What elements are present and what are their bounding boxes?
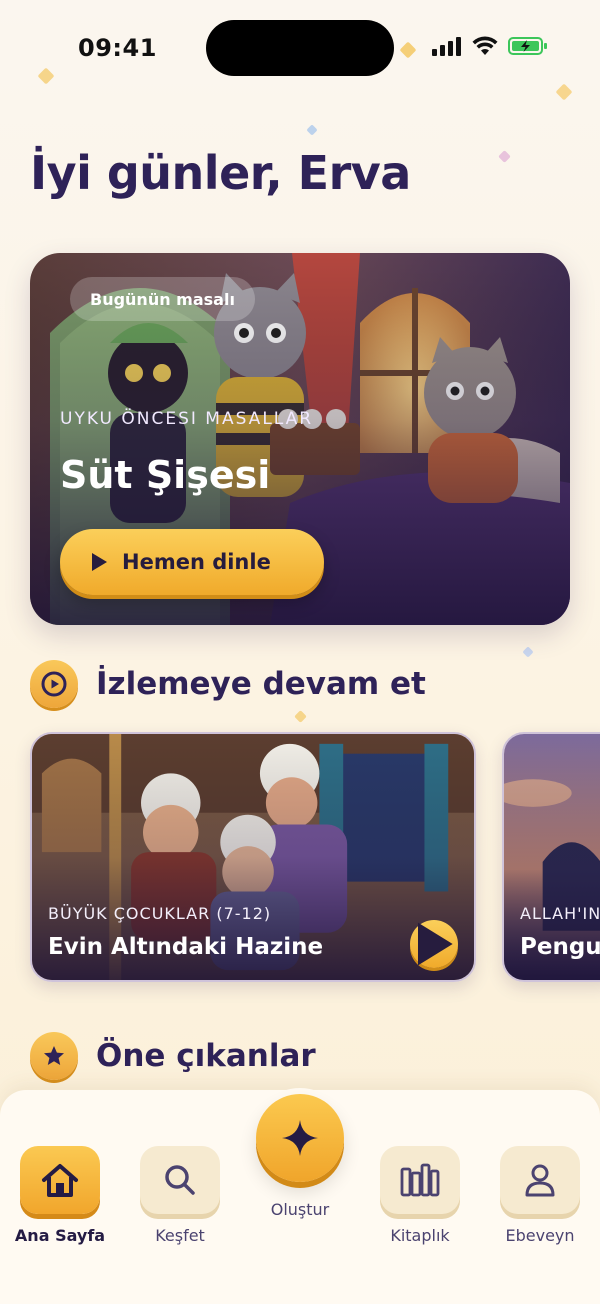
continue-section-header: İzlemeye devam et (30, 660, 426, 708)
create-button-inner[interactable] (256, 1094, 344, 1182)
continue-card[interactable]: BÜYÜK ÇOCUKLAR (7-12) Evin Altındaki Haz… (30, 732, 476, 982)
continue-card[interactable]: ALLAH'IN Pengu (502, 732, 600, 982)
nav-create-label: Oluştur (270, 1200, 330, 1219)
nav-explore[interactable]: Keşfet (140, 1146, 220, 1245)
home-icon (42, 1164, 78, 1197)
card-story-title: Pengu (520, 934, 600, 960)
nav-explore-tile[interactable] (140, 1146, 220, 1214)
featured-section-title: Öne çıkanlar (96, 1038, 316, 1074)
sparkle-decoration (294, 710, 307, 723)
listen-now-label: Hemen dinle (122, 550, 271, 574)
nav-explore-label: Keşfet (155, 1226, 205, 1245)
card-category-label: BÜYÜK ÇOCUKLAR (7-12) (48, 904, 272, 923)
status-icons (432, 36, 548, 56)
nav-parent-label: Ebeveyn (505, 1226, 575, 1245)
nav-home-label: Ana Sayfa (14, 1226, 106, 1245)
greeting-title: İyi günler, Erva (30, 146, 411, 200)
nav-parent-tile[interactable] (500, 1146, 580, 1214)
featured-story-card[interactable]: Bugünün masalı UYKU ÖNCESI MASALLAR Süt … (30, 253, 570, 625)
dynamic-island (206, 20, 394, 76)
sparkle-decoration (306, 124, 318, 136)
nav-library-label: Kitaplık (390, 1226, 450, 1245)
nav-home-tile[interactable] (20, 1146, 100, 1214)
listen-now-button[interactable]: Hemen dinle (60, 529, 324, 595)
continue-section-title: İzlemeye devam et (96, 666, 426, 702)
wifi-icon (472, 36, 498, 55)
play-icon (418, 922, 453, 966)
create-button[interactable] (250, 1088, 350, 1188)
status-time: 09:41 (78, 34, 157, 62)
card-play-button[interactable] (410, 920, 458, 968)
todays-story-badge: Bugünün masalı (70, 277, 255, 321)
library-books-icon (400, 1163, 440, 1197)
play-circle-icon (30, 660, 78, 708)
card-story-title: Evin Altındaki Hazine (48, 934, 324, 960)
signal-icon (432, 37, 461, 56)
user-icon (525, 1164, 555, 1197)
nav-home[interactable]: Ana Sayfa (15, 1146, 105, 1245)
hero-story-title: Süt Şişesi (60, 453, 271, 497)
sparkle-decoration (498, 150, 511, 163)
bottom-navigation: Ana Sayfa Keşfet Oluştur Kitaplık Ebevey… (0, 1088, 600, 1304)
sparkle-decoration (522, 646, 534, 658)
nav-parent[interactable]: Ebeveyn (500, 1146, 580, 1245)
play-icon (92, 553, 107, 571)
status-bar: 09:41 (0, 0, 600, 96)
search-icon (165, 1165, 195, 1195)
star-icon (30, 1032, 78, 1080)
featured-section-header: Öne çıkanlar (30, 1032, 316, 1080)
card-category-label: ALLAH'IN (520, 904, 600, 923)
nav-library-tile[interactable] (380, 1146, 460, 1214)
sparkle-icon (282, 1120, 318, 1156)
hero-category-label: UYKU ÖNCESI MASALLAR (60, 409, 314, 429)
nav-library[interactable]: Kitaplık (380, 1146, 460, 1245)
battery-charging-icon (508, 37, 547, 55)
